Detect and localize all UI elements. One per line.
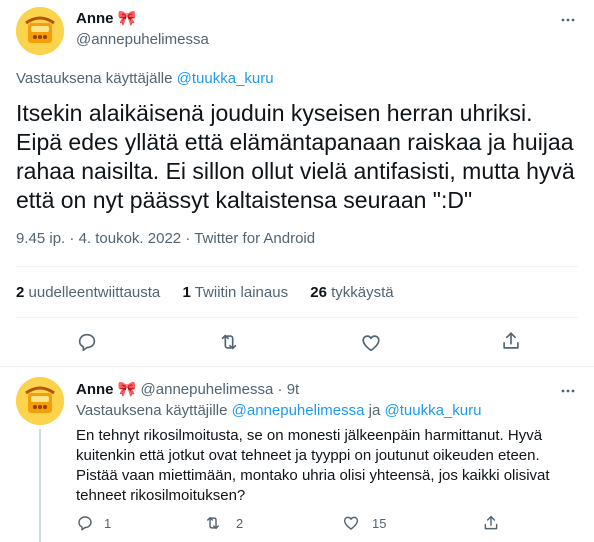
- quotes-label: Twiitin lainaus: [194, 284, 289, 301]
- reply-count: 1: [104, 515, 112, 531]
- reply-author-name-text[interactable]: Anne: [76, 381, 114, 398]
- author-emoji: 🎀: [117, 10, 137, 27]
- reply-context: Vastauksena käyttäjille @annepuhelimessa…: [76, 402, 481, 419]
- reply-to-link[interactable]: @annepuhelimessa: [232, 402, 365, 419]
- reply-action-like[interactable]: 15: [342, 514, 386, 532]
- tweet-text: Itsekin alaikäisenä jouduin kyseisen her…: [16, 99, 586, 215]
- tweet-date[interactable]: 4. toukok. 2022: [79, 230, 182, 247]
- reply-text-line: tehneet rikosilmoituksen?: [76, 487, 246, 504]
- reply-action-reply[interactable]: 1: [76, 514, 111, 532]
- reply-author-handle[interactable]: @annepuhelimessa: [141, 381, 274, 398]
- reply-prefix: Vastauksena käyttäjille: [76, 402, 228, 419]
- tweet-text-line: Itsekin alaikäisenä jouduin kyseisen her…: [16, 100, 533, 126]
- reply-to-link[interactable]: @tuukka_kuru: [385, 402, 482, 419]
- author-name-text[interactable]: Anne: [76, 10, 114, 27]
- retweet-icon: [204, 514, 222, 532]
- quotes-stat[interactable]: 1 Twiitin lainaus: [182, 284, 292, 301]
- share-icon[interactable]: [500, 330, 522, 352]
- like-icon[interactable]: [360, 332, 382, 354]
- reply-icon: [76, 514, 94, 532]
- reply-author-emoji: 🎀: [117, 381, 137, 398]
- reply-header: Anne 🎀 @annepuhelimessa · 9t: [76, 380, 299, 398]
- reply-context: Vastauksena käyttäjälle @tuukka_kuru: [16, 70, 274, 87]
- meta-separator: ·: [185, 230, 191, 247]
- retweets-stat[interactable]: 2 uudelleentwiittausta: [16, 284, 164, 301]
- tweet-text-line: rahaa naisilta. Ei sillon ollut vielä an…: [16, 158, 575, 184]
- likes-label: tykkäystä: [331, 284, 394, 301]
- meta-separator: ·: [69, 230, 75, 247]
- reply-author-avatar[interactable]: [16, 377, 64, 425]
- retweet-count: 2: [236, 515, 244, 531]
- more-icon[interactable]: [560, 12, 576, 28]
- likes-count: 26: [310, 284, 327, 301]
- more-icon[interactable]: [560, 383, 576, 399]
- retweets-label: uudelleentwiittausta: [28, 284, 161, 301]
- reply-age[interactable]: 9t: [287, 381, 300, 398]
- tweet-time[interactable]: 9.45 ip.: [16, 230, 65, 247]
- divider: [16, 266, 578, 267]
- reply-prefix: Vastauksena käyttäjälle: [16, 70, 173, 87]
- reply-action-retweet[interactable]: 2: [204, 514, 243, 532]
- reply-icon[interactable]: [76, 331, 98, 353]
- reply-separator: ·: [277, 381, 283, 398]
- divider: [0, 366, 594, 367]
- reply-and: ja: [368, 402, 381, 419]
- tweet-source[interactable]: Twitter for Android: [194, 230, 315, 247]
- like-icon: [342, 514, 360, 532]
- retweet-icon[interactable]: [218, 331, 240, 353]
- author-avatar[interactable]: [16, 7, 64, 55]
- quotes-count: 1: [182, 284, 191, 301]
- divider: [16, 317, 578, 318]
- reply-text-line: En tehnyt rikosilmoitusta, se on monesti…: [76, 427, 543, 444]
- author-name[interactable]: Anne 🎀: [76, 9, 136, 27]
- stats-row: 2 uudelleentwiittausta 1 Twiitin lainaus…: [16, 284, 576, 301]
- reply-text-line: kuitenkin että jotkut ovat tehneet ja ty…: [76, 447, 540, 464]
- tweet-text-line: että on nyt päässyt kaltaistensa seuraan…: [16, 187, 473, 213]
- share-icon[interactable]: [482, 514, 500, 532]
- tweet-meta: 9.45 ip. · 4. toukok. 2022 · Twitter for…: [16, 230, 315, 247]
- retweets-count: 2: [16, 284, 25, 301]
- reply-text: En tehnyt rikosilmoitusta, se on monesti…: [76, 426, 586, 506]
- likes-stat[interactable]: 26 tykkäystä: [310, 284, 393, 301]
- tweet-text-line: Eipä edes yllätä että elämäntapanaan rai…: [16, 129, 574, 155]
- thread-line: [39, 429, 41, 542]
- like-count: 15: [372, 515, 387, 531]
- reply-to-link[interactable]: @tuukka_kuru: [177, 70, 274, 87]
- reply-text-line: Pistää vaan miettimään, montako uhria ol…: [76, 467, 550, 484]
- author-handle[interactable]: @annepuhelimessa: [76, 31, 209, 48]
- reply-author-name[interactable]: Anne 🎀: [76, 381, 141, 398]
